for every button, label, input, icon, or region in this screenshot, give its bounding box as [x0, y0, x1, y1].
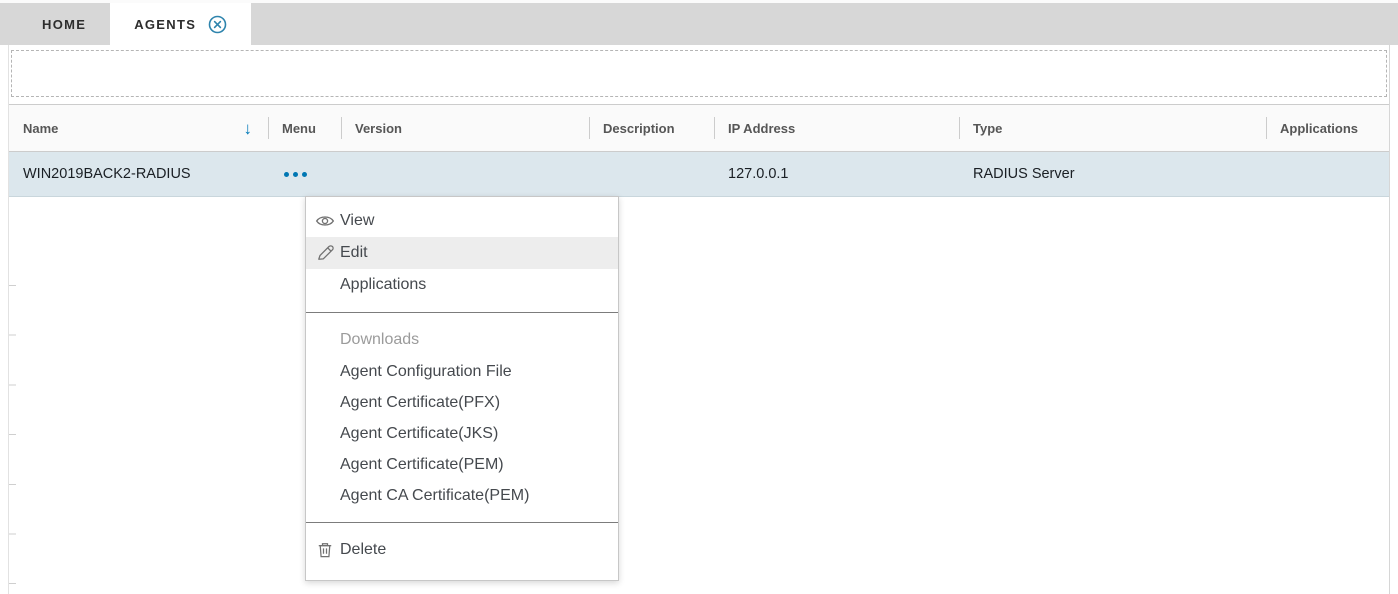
- column-header-type[interactable]: Type: [959, 105, 1266, 151]
- row-actions-menu-button[interactable]: [282, 166, 309, 183]
- menu-item-agent-certificate-pem-label: Agent Certificate(PEM): [340, 456, 504, 474]
- menu-item-delete[interactable]: Delete: [306, 534, 618, 566]
- menu-header-downloads: Downloads: [306, 324, 618, 356]
- menu-item-agent-certificate-jks-label: Agent Certificate(JKS): [340, 425, 498, 443]
- menu-item-applications-label: Applications: [340, 276, 426, 294]
- tab-agents-label: AGENTS: [134, 17, 196, 32]
- menu-item-agent-certificate-jks[interactable]: Agent Certificate(JKS): [306, 418, 618, 449]
- tab-bar: HOME AGENTS: [0, 0, 1398, 45]
- empty-row-ticks: [9, 285, 16, 587]
- table-header: Name ↓ Menu Version Description IP Addre…: [9, 104, 1389, 152]
- menu-item-view[interactable]: View: [306, 205, 618, 237]
- column-header-version[interactable]: Version: [341, 105, 589, 151]
- menu-item-delete-label: Delete: [340, 541, 386, 559]
- column-header-menu: Menu: [268, 105, 341, 151]
- column-header-ip-address-label: IP Address: [728, 121, 795, 136]
- menu-item-agent-certificate-pem[interactable]: Agent Certificate(PEM): [306, 449, 618, 480]
- tab-home[interactable]: HOME: [18, 3, 110, 45]
- menu-item-agent-ca-certificate-pem-label: Agent CA Certificate(PEM): [340, 487, 529, 505]
- column-header-description-label: Description: [603, 121, 675, 136]
- menu-divider: [306, 522, 618, 523]
- trash-icon: [315, 540, 335, 560]
- context-menu: View Edit Applications Downloads Agent C…: [305, 196, 619, 581]
- eye-icon: [315, 211, 335, 231]
- tab-agents[interactable]: AGENTS: [110, 3, 251, 45]
- menu-header-downloads-label: Downloads: [340, 331, 419, 349]
- column-header-version-label: Version: [355, 121, 402, 136]
- menu-item-agent-ca-certificate-pem[interactable]: Agent CA Certificate(PEM): [306, 480, 618, 511]
- column-header-menu-label: Menu: [282, 121, 316, 136]
- column-header-description[interactable]: Description: [589, 105, 714, 151]
- table-row[interactable]: WIN2019BACK2-RADIUS 127.0.0.1 RADIUS Ser…: [9, 152, 1389, 197]
- column-header-type-label: Type: [973, 121, 1002, 136]
- agents-page: Name ↓ Menu Version Description IP Addre…: [8, 45, 1390, 594]
- tab-home-label: HOME: [42, 17, 86, 32]
- column-header-applications[interactable]: Applications: [1266, 105, 1389, 151]
- sort-descending-icon[interactable]: ↓: [244, 120, 253, 137]
- menu-item-applications[interactable]: Applications: [306, 269, 618, 301]
- menu-item-agent-configuration-file[interactable]: Agent Configuration File: [306, 356, 618, 387]
- column-header-name[interactable]: Name ↓: [9, 105, 268, 151]
- menu-divider: [306, 312, 618, 313]
- column-header-name-label: Name: [23, 121, 58, 136]
- cell-ip-address: 127.0.0.1: [714, 166, 959, 182]
- column-header-applications-label: Applications: [1280, 121, 1358, 136]
- menu-item-agent-configuration-file-label: Agent Configuration File: [340, 363, 512, 381]
- cell-name: WIN2019BACK2-RADIUS: [9, 166, 268, 182]
- pencil-icon: [315, 243, 335, 263]
- menu-item-agent-certificate-pfx-label: Agent Certificate(PFX): [340, 394, 500, 412]
- cell-type: RADIUS Server: [959, 166, 1266, 182]
- menu-item-agent-certificate-pfx[interactable]: Agent Certificate(PFX): [306, 387, 618, 418]
- menu-item-edit-label: Edit: [340, 244, 368, 262]
- toolbar-dropzone: [11, 50, 1387, 97]
- cell-menu: [268, 165, 341, 183]
- close-tab-icon[interactable]: [208, 15, 227, 34]
- column-header-ip-address[interactable]: IP Address: [714, 105, 959, 151]
- menu-item-edit[interactable]: Edit: [306, 237, 618, 269]
- menu-item-view-label: View: [340, 212, 374, 230]
